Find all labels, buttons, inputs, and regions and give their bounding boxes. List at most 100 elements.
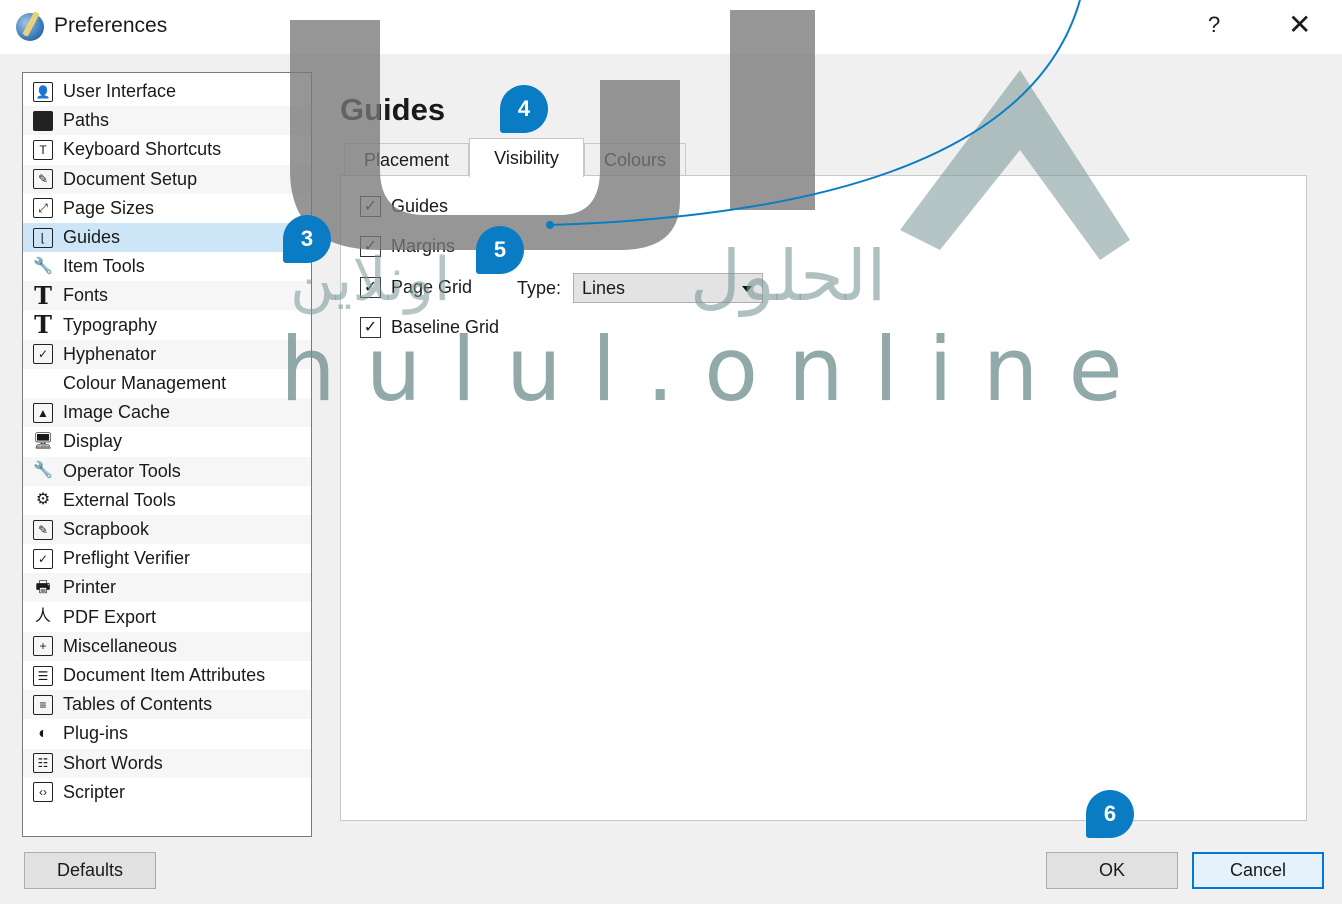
wrench-icon: 🔧 xyxy=(33,462,53,480)
sidebar-item-label: Paths xyxy=(63,110,110,131)
sidebar-item-scripter[interactable]: ‹› Scripter xyxy=(23,778,311,807)
short-words-icon: ☷ xyxy=(33,753,53,774)
user-interface-icon: 👤 xyxy=(33,81,53,102)
sidebar-item-label: Tables of Contents xyxy=(63,694,213,715)
preferences-category-list: 👤 User Interface Paths T Keyboard Shortcuts ✎… xyxy=(22,72,312,837)
tab-colours[interactable]: Colours xyxy=(584,143,686,176)
sidebar-item-colour-management[interactable]: Colour Management xyxy=(23,369,311,398)
grid-type-dropdown[interactable]: Lines xyxy=(573,273,763,303)
chevron-down-icon xyxy=(742,286,752,292)
sidebar-item-tables-of-contents[interactable]: ≡ Tables of Contents xyxy=(23,690,311,720)
sidebar-item-label: PDF Export xyxy=(63,606,157,627)
watermark-text: hulul.online xyxy=(280,318,1153,421)
checkbox-icon: ✓ xyxy=(33,344,53,365)
keyboard-icon: T xyxy=(33,139,53,160)
sidebar-item-label: Guides xyxy=(63,227,121,247)
document-setup-icon: ✎ xyxy=(33,169,53,190)
sidebar-item-label: Page Sizes xyxy=(63,197,155,218)
sidebar-item-short-words[interactable]: ☷ Short Words xyxy=(23,748,311,778)
scrapbook-icon: ✎ xyxy=(33,519,53,540)
guides-label: Guides xyxy=(391,196,449,216)
sidebar-item-page-sizes[interactable]: ⤢ Page Sizes xyxy=(23,194,311,223)
checkbox-icon: ✓ xyxy=(33,548,53,569)
pdf-icon: 人 xyxy=(34,608,51,626)
sidebar-item-label: Fonts xyxy=(63,285,109,306)
page-title: Guides xyxy=(340,92,446,127)
gear-icon: ⚙ xyxy=(35,491,51,509)
callout-badge-4: 4 xyxy=(500,85,548,133)
guides-icon: ⌊ xyxy=(33,227,53,248)
callout-badge-3: 3 xyxy=(283,215,331,263)
sidebar-item-pdf-export[interactable]: 人 PDF Export xyxy=(23,603,311,632)
help-button[interactable]: ? xyxy=(1208,12,1220,38)
sidebar-item-label: Typography xyxy=(63,314,158,335)
callout-badge-5: 5 xyxy=(476,226,524,274)
attributes-icon: ☰ xyxy=(33,665,53,686)
tab-placement[interactable]: Placement xyxy=(344,143,469,176)
typography-icon: T xyxy=(34,310,52,340)
page-grid-label: Page Grid xyxy=(391,277,473,297)
sidebar-item-label: Document Setup xyxy=(63,168,198,189)
sidebar-item-label: Display xyxy=(63,431,123,452)
sidebar-item-label: External Tools xyxy=(63,489,176,510)
sidebar-item-paths[interactable]: Paths xyxy=(23,106,311,136)
margins-label: Margins xyxy=(391,236,456,256)
sidebar-item-label: User Interface xyxy=(63,81,177,101)
margins-option[interactable]: ✓ Margins xyxy=(360,236,455,257)
sidebar-item-guides[interactable]: ⌊ Guides xyxy=(23,223,311,252)
window-title: Preferences xyxy=(54,14,168,37)
sidebar-item-preflight-verifier[interactable]: ✓ Preflight Verifier xyxy=(23,544,311,573)
sidebar-item-label: Operator Tools xyxy=(63,460,181,481)
tab-visibility[interactable]: Visibility xyxy=(469,138,584,177)
sidebar-item-image-cache[interactable]: ▲ Image Cache xyxy=(23,398,311,428)
plus-icon: + xyxy=(33,636,53,657)
sidebar-item-label: Plug-ins xyxy=(63,723,129,744)
defaults-button[interactable]: Defaults xyxy=(24,852,156,889)
sidebar-item-label: Item Tools xyxy=(63,256,145,277)
sidebar-item-label: Preflight Verifier xyxy=(63,548,191,569)
printer-icon: 🖶 xyxy=(35,578,51,596)
code-icon: ‹› xyxy=(33,782,53,803)
plugin-icon: ◐ xyxy=(38,724,48,742)
wrench-icon: 🔧 xyxy=(33,257,53,275)
sidebar-item-user-interface[interactable]: 👤 User Interface xyxy=(23,77,311,106)
page-sizes-icon: ⤢ xyxy=(33,198,53,219)
sidebar-item-label: Document Item Attributes xyxy=(63,665,266,685)
guides-option[interactable]: ✓ Guides xyxy=(360,196,448,217)
sidebar-item-operator-tools[interactable]: 🔧 Operator Tools xyxy=(23,456,311,486)
image-icon: ▲ xyxy=(33,402,53,423)
page-grid-checkbox[interactable]: ✓ xyxy=(360,277,381,298)
sidebar-item-label: Keyboard Shortcuts xyxy=(63,139,222,160)
sidebar-item-display[interactable]: 🖥 Display xyxy=(23,427,311,456)
sidebar-item-label: Scripter xyxy=(63,781,126,802)
sidebar-item-scrapbook[interactable]: ✎ Scrapbook xyxy=(23,515,311,544)
grid-type-value: Lines xyxy=(582,277,626,298)
sidebar-item-document-setup[interactable]: ✎ Document Setup xyxy=(23,164,311,194)
title-bar: Preferences ? ✕ xyxy=(0,0,1342,54)
sidebar-item-miscellaneous[interactable]: + Miscellaneous xyxy=(23,631,311,661)
sidebar-item-printer[interactable]: 🖶 Printer xyxy=(23,573,311,603)
sidebar-item-label: Colour Management xyxy=(63,373,227,393)
sidebar-item-hyphenator[interactable]: ✓ Hyphenator xyxy=(23,339,311,369)
callout-badge-6: 6 xyxy=(1086,790,1134,838)
sidebar-item-label: Scrapbook xyxy=(63,519,150,539)
sidebar-item-label: Printer xyxy=(63,577,117,598)
sidebar-item-item-tools[interactable]: 🔧 Item Tools xyxy=(23,252,311,281)
margins-checkbox[interactable]: ✓ xyxy=(360,236,381,257)
close-button[interactable]: ✕ xyxy=(1288,8,1311,41)
sidebar-item-label: Short Words xyxy=(63,752,163,773)
list-icon: ≡ xyxy=(33,694,53,715)
sidebar-item-fonts[interactable]: T Fonts xyxy=(23,280,311,311)
sidebar-item-typography[interactable]: T Typography xyxy=(23,311,311,340)
monitor-icon: 🖥 xyxy=(32,432,54,450)
sidebar-item-plug-ins[interactable]: ◐ Plug-ins xyxy=(23,719,311,748)
folder-icon xyxy=(33,110,53,131)
guides-checkbox[interactable]: ✓ xyxy=(360,196,381,217)
page-grid-option[interactable]: ✓ Page Grid xyxy=(360,277,472,298)
cancel-button[interactable]: Cancel xyxy=(1192,852,1324,889)
sidebar-item-external-tools[interactable]: ⚙ External Tools xyxy=(23,486,311,515)
sidebar-item-document-item-attributes[interactable]: ☰ Document Item Attributes xyxy=(23,661,311,690)
fonts-icon: T xyxy=(34,280,52,310)
ok-button[interactable]: OK xyxy=(1046,852,1178,889)
sidebar-item-keyboard-shortcuts[interactable]: T Keyboard Shortcuts xyxy=(23,135,311,164)
